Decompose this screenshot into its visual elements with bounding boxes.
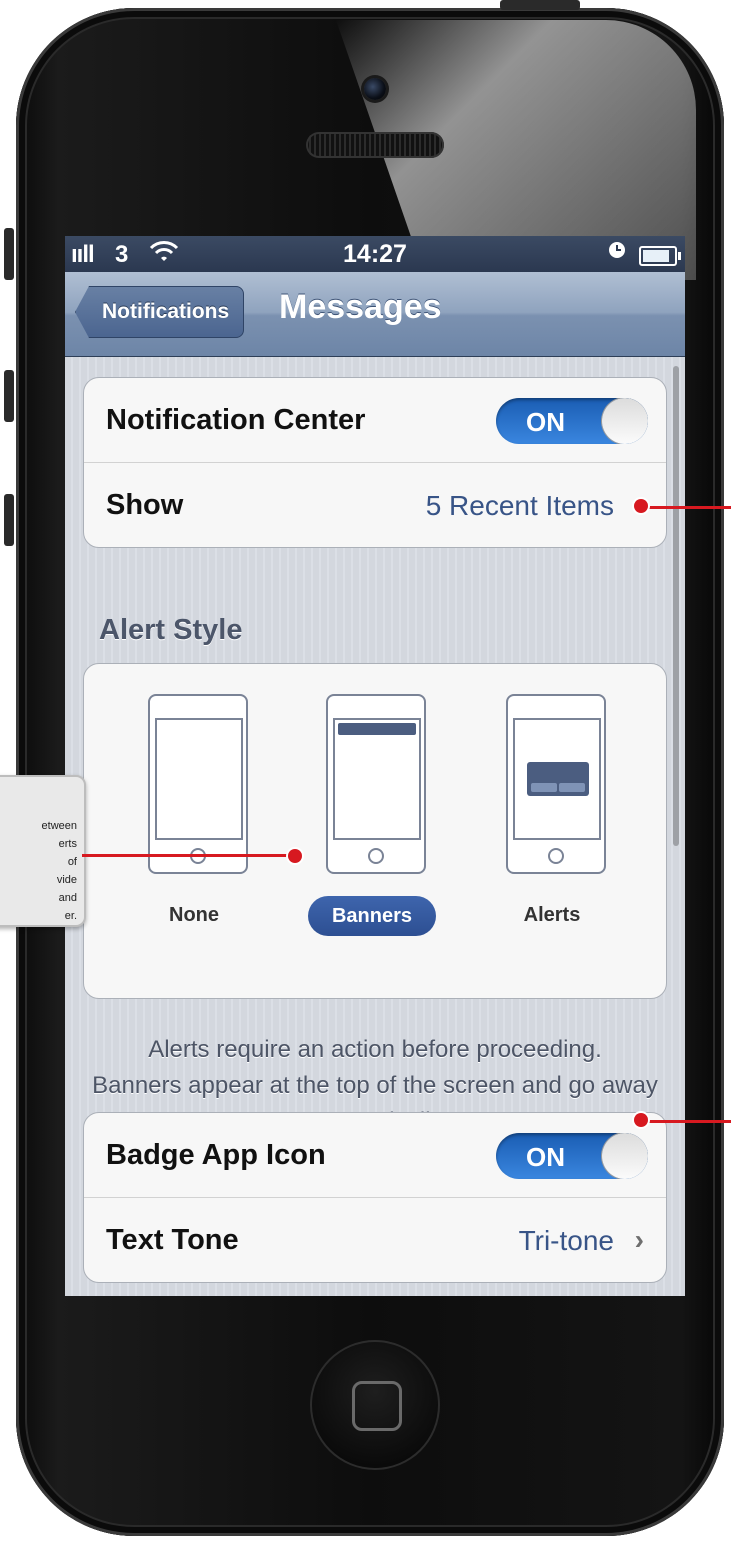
alert-option-none[interactable]: None (124, 664, 264, 984)
callout-line-badge (642, 1120, 731, 1123)
phone-alert-icon (506, 694, 606, 874)
volume-up-button (4, 370, 14, 422)
notification-center-row: Notification Center ON (84, 378, 666, 462)
status-bar: ııll 3 14:27 (65, 236, 685, 272)
show-value: 5 Recent Items (425, 490, 614, 521)
scroll-indicator (673, 366, 679, 846)
toggle-knob (602, 1133, 648, 1179)
front-camera (364, 78, 386, 100)
description-line-1: Alerts require an action before proceedi… (148, 1036, 602, 1063)
text-tone-row[interactable]: Text Tone Tri-tone › (84, 1197, 666, 1282)
clock-icon (607, 240, 627, 266)
badge-app-icon-toggle[interactable]: ON (496, 1133, 648, 1179)
alert-style-header: Alert Style (99, 614, 243, 646)
home-button-icon (352, 1381, 402, 1431)
chevron-right-icon: › (634, 1224, 644, 1255)
toggle-on-label: ON (526, 407, 565, 437)
badge-app-icon-label: Badge App Icon (106, 1139, 326, 1171)
notification-center-label: Notification Center (106, 404, 366, 436)
notification-settings-group: Notification Center ON Show 5 Recent Ite… (83, 377, 667, 548)
option-label-selected: Banners (308, 896, 436, 936)
alert-option-alerts[interactable]: Alerts (482, 664, 622, 984)
page-title: Messages (279, 288, 442, 326)
status-time: 14:27 (343, 240, 407, 268)
back-button[interactable]: Notifications (75, 286, 245, 338)
toggle-on-label: ON (526, 1142, 565, 1172)
volume-down-button (4, 494, 14, 546)
annotation-box: etween erts of vide and er. (0, 775, 86, 927)
phone-banner-icon (326, 694, 426, 874)
text-tone-label: Text Tone (106, 1224, 239, 1256)
mute-switch (4, 228, 14, 280)
callout-line-show (642, 506, 731, 509)
annotation-text: etween erts of vide and er. (41, 820, 77, 922)
badge-app-icon-row: Badge App Icon ON (84, 1113, 666, 1197)
option-label: Alerts (523, 904, 581, 926)
text-tone-value: Tri-tone (518, 1225, 614, 1256)
callout-dot-badge (634, 1113, 648, 1127)
screen: ııll 3 14:27 Notifications Messages Noti… (65, 236, 685, 1296)
battery-icon (639, 246, 681, 266)
notification-center-toggle[interactable]: ON (496, 398, 648, 444)
show-row[interactable]: Show 5 Recent Items › (84, 462, 666, 547)
earpiece-speaker (306, 132, 444, 158)
alert-option-banners[interactable]: Banners (302, 664, 442, 984)
show-label: Show (106, 489, 184, 521)
toggle-knob (602, 398, 648, 444)
navigation-bar: Notifications Messages (65, 272, 685, 357)
phone-outline-icon (148, 694, 248, 874)
option-label: None (169, 904, 219, 926)
callout-line-alert-style (82, 854, 296, 857)
badge-sound-group: Badge App Icon ON Text Tone Tri-tone › (83, 1112, 667, 1283)
callout-dot-show (634, 499, 648, 513)
sleep-button (500, 0, 580, 10)
callout-dot-alert-style (288, 849, 302, 863)
alert-style-group: None Banners Alerts (83, 663, 667, 999)
